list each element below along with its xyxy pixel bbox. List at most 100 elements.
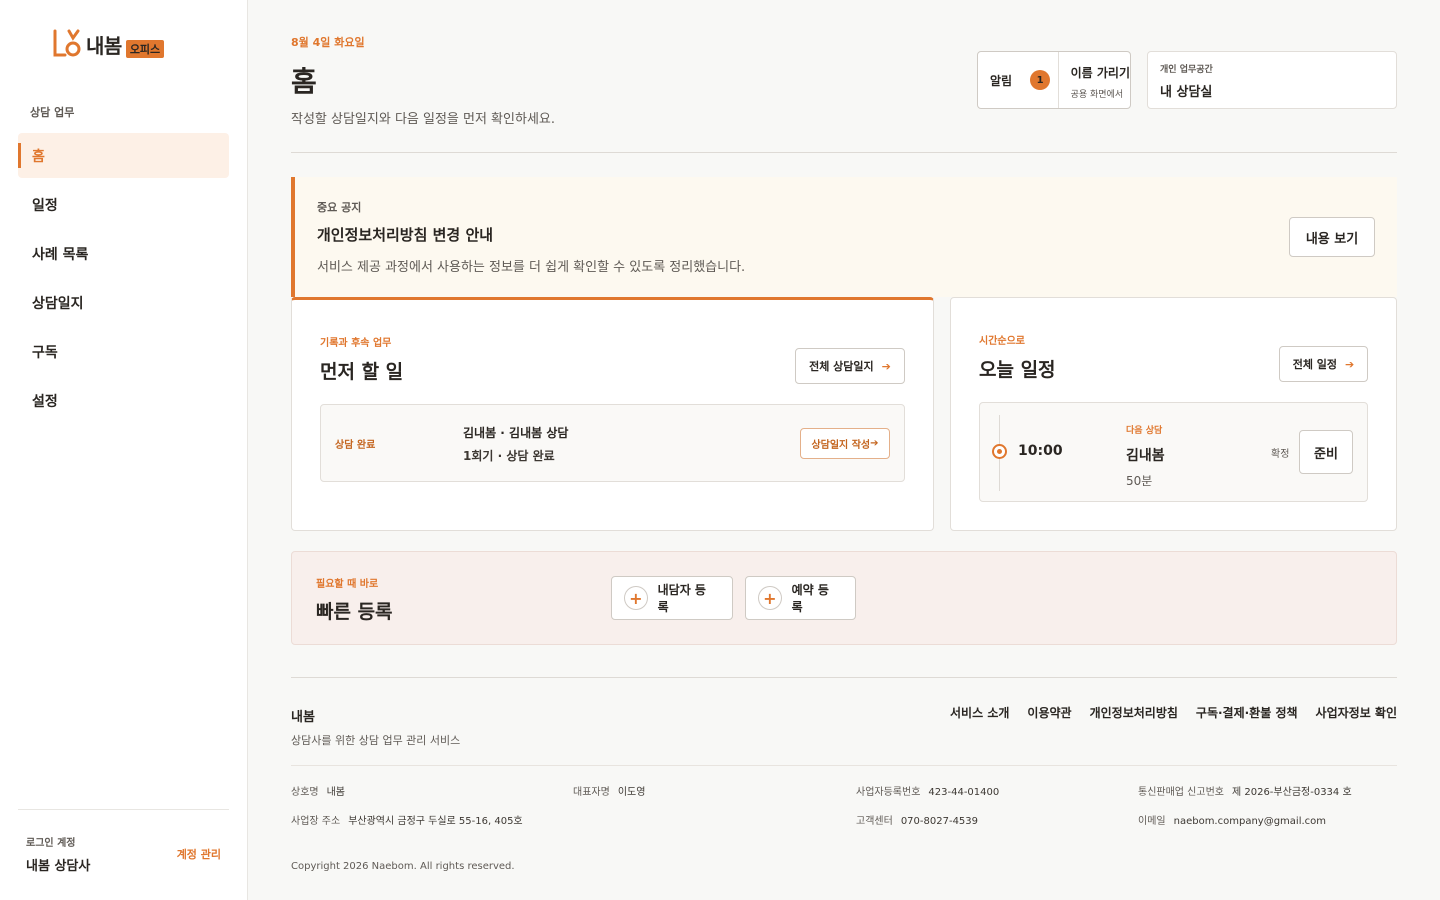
brand-logo[interactable]: 내봄 오피스 <box>52 28 165 60</box>
footer-copyright: Copyright 2026 Naebom. All rights reserv… <box>291 861 515 872</box>
footer-divider <box>291 677 1397 678</box>
notice-label: 중요 공지 <box>317 201 362 214</box>
register-client-button[interactable]: + 내담자 등록 <box>611 576 733 620</box>
alerts-count-badge: 1 <box>1030 70 1051 90</box>
footer-link-business[interactable]: 사업자정보 확인 <box>1316 704 1397 721</box>
all-journals-button[interactable]: 전체 상담일지 ➔ <box>795 348 905 384</box>
footer-brand: 내봄 <box>291 710 315 725</box>
schedule-tag: 다음 상담 <box>1126 426 1163 436</box>
alerts-button[interactable]: 알림 1 <box>978 52 1059 108</box>
hide-names-desc: 공용 화면에서 <box>1070 90 1124 100</box>
sidebar-item-subscription[interactable]: 구독 <box>18 329 229 374</box>
footer-ceo: 대표자명 이도영 <box>573 783 645 798</box>
plus-icon: + <box>758 586 782 610</box>
sidebar-item-schedule[interactable]: 일정 <box>18 182 229 227</box>
sidebar-nav: 홈 일정 사례 목록 상담일지 구독 설정 <box>18 133 229 427</box>
footer-biznum: 사업자등록번호 423-44-01400 <box>856 783 999 798</box>
register-client-label: 내담자 등록 <box>657 583 706 614</box>
account-panel: 로그인 계정 내봄 상담사 계정 관리 <box>18 809 229 874</box>
quick-label: 필요할 때 바로 <box>316 579 379 590</box>
footer-biznum-value: 423-44-01400 <box>928 787 1000 798</box>
sidebar-item-label: 설정 <box>32 393 58 410</box>
footer-divider-info <box>291 765 1397 766</box>
footer-address-value: 부산광역시 금정구 두실로 55-16, 405호 <box>348 816 523 827</box>
sidebar-item-label: 구독 <box>32 344 58 361</box>
register-booking-label: 예약 등록 <box>791 583 829 614</box>
sidebar-section-label: 상담 업무 <box>30 106 75 119</box>
footer-address-key: 사업장 주소 <box>291 816 341 827</box>
footer-email-value: naebom.company@gmail.com <box>1173 816 1327 827</box>
brand-badge: 오피스 <box>125 40 165 58</box>
page-subtitle: 작성할 상담일지와 다음 일정을 먼저 확인하세요. <box>291 112 555 127</box>
timeline-dot-icon <box>992 444 1007 459</box>
footer-links: 서비스 소개 이용약관 개인정보처리방침 구독·결제·환불 정책 사업자정보 확… <box>950 704 1397 721</box>
notice-body: 서비스 제공 과정에서 사용하는 정보를 더 쉽게 확인할 수 있도록 정리했습… <box>317 260 746 275</box>
all-schedule-button[interactable]: 전체 일정 ➔ <box>1279 346 1368 382</box>
schedule-item: 10:00 다음 상담 김내봄 50분 확정 준비 <box>979 402 1368 502</box>
schedule-time: 10:00 <box>1018 443 1063 459</box>
footer-cs: 고객센터 070-8027-4539 <box>856 812 978 827</box>
footer-cs-key: 고객센터 <box>856 816 893 827</box>
workspace-label: 개인 업무공간 <box>1160 65 1213 75</box>
footer-company: 상호명 내봄 <box>291 783 345 798</box>
footer-email: 이메일 naebom.company@gmail.com <box>1138 812 1326 827</box>
sidebar-item-label: 홈 <box>32 148 45 165</box>
today-date: 8월 4일 화요일 <box>291 36 365 49</box>
hide-names-toggle[interactable]: 이름 가리기 공용 화면에서 <box>1059 52 1130 108</box>
footer-cs-value: 070-8027-4539 <box>900 816 979 827</box>
all-schedule-label: 전체 일정 <box>1292 358 1338 371</box>
todo-client: 김내봄 · 김내봄 상담 <box>463 426 569 440</box>
all-journals-label: 전체 상담일지 <box>809 360 874 373</box>
footer-ecom: 통신판매업 신고번호 제 2026-부산금정-0334 호 <box>1138 783 1352 798</box>
write-journal-label: 상담일지 작성 <box>811 440 871 451</box>
notice-view-button[interactable]: 내용 보기 <box>1289 217 1375 257</box>
sidebar-item-label: 사례 목록 <box>32 246 89 263</box>
today-schedule-card: 시간순으로 오늘 일정 전체 일정 ➔ 10:00 다음 상담 김내봄 50분 … <box>950 297 1397 531</box>
quick-title: 빠른 등록 <box>316 601 393 623</box>
workspace-selector[interactable]: 개인 업무공간 내 상담실 <box>1147 51 1397 109</box>
schedule-client: 김내봄 <box>1126 448 1165 464</box>
sidebar: 내봄 오피스 상담 업무 홈 일정 사례 목록 상담일지 구독 설정 로그인 계… <box>0 0 248 900</box>
register-booking-button[interactable]: + 예약 등록 <box>745 576 856 620</box>
schedule-duration: 50분 <box>1126 474 1153 488</box>
sidebar-item-label: 상담일지 <box>32 295 84 312</box>
todo-title: 먼저 할 일 <box>320 361 404 383</box>
plus-icon: + <box>624 586 648 610</box>
sidebar-item-home[interactable]: 홈 <box>18 133 229 178</box>
arrow-right-icon: ➔ <box>881 359 891 373</box>
footer-link-refund[interactable]: 구독·결제·환불 정책 <box>1196 704 1298 721</box>
sidebar-item-settings[interactable]: 설정 <box>18 378 229 423</box>
alerts-label: 알림 <box>990 73 1013 88</box>
prepare-button[interactable]: 준비 <box>1299 430 1353 474</box>
footer-address: 사업장 주소 부산광역시 금정구 두실로 55-16, 405호 <box>291 812 523 827</box>
footer-ecom-key: 통신판매업 신고번호 <box>1138 787 1224 798</box>
sidebar-item-label: 일정 <box>32 197 58 214</box>
arrow-right-icon: ➔ <box>1345 357 1355 371</box>
header-divider <box>291 152 1397 153</box>
header-controls: 알림 1 이름 가리기 공용 화면에서 <box>977 51 1131 109</box>
sidebar-item-cases[interactable]: 사례 목록 <box>18 231 229 276</box>
footer-link-terms[interactable]: 이용약관 <box>1027 704 1071 721</box>
footer-biznum-key: 사업자등록번호 <box>856 787 921 798</box>
todo-label: 기록과 후속 업무 <box>320 338 392 349</box>
footer-email-key: 이메일 <box>1138 816 1166 827</box>
hide-names-title: 이름 가리기 <box>1070 66 1130 80</box>
important-notice: 중요 공지 개인정보처리방침 변경 안내 서비스 제공 과정에서 사용하는 정보… <box>291 177 1397 297</box>
account-manage-link[interactable]: 계정 관리 <box>177 846 221 862</box>
footer-company-value: 내봄 <box>326 787 346 798</box>
today-label: 시간순으로 <box>979 336 1025 347</box>
quick-register: 필요할 때 바로 빠른 등록 + 내담자 등록 + 예약 등록 <box>291 551 1397 645</box>
workspace-name: 내 상담실 <box>1160 85 1213 100</box>
footer-link-privacy[interactable]: 개인정보처리방침 <box>1090 704 1178 721</box>
footer-ecom-value: 제 2026-부산금정-0334 호 <box>1231 787 1352 798</box>
arrow-right-icon: ➔ <box>870 438 879 449</box>
today-title: 오늘 일정 <box>979 359 1056 381</box>
write-journal-button[interactable]: 상담일지 작성 ➔ <box>800 428 890 459</box>
page-title: 홈 <box>291 65 317 98</box>
notice-title: 개인정보처리방침 변경 안내 <box>317 226 494 244</box>
schedule-status: 확정 <box>1271 449 1290 460</box>
footer-company-key: 상호명 <box>291 787 319 798</box>
sidebar-item-journals[interactable]: 상담일지 <box>18 280 229 325</box>
footer-link-about[interactable]: 서비스 소개 <box>950 704 1009 721</box>
footer-ceo-value: 이도영 <box>617 787 646 798</box>
